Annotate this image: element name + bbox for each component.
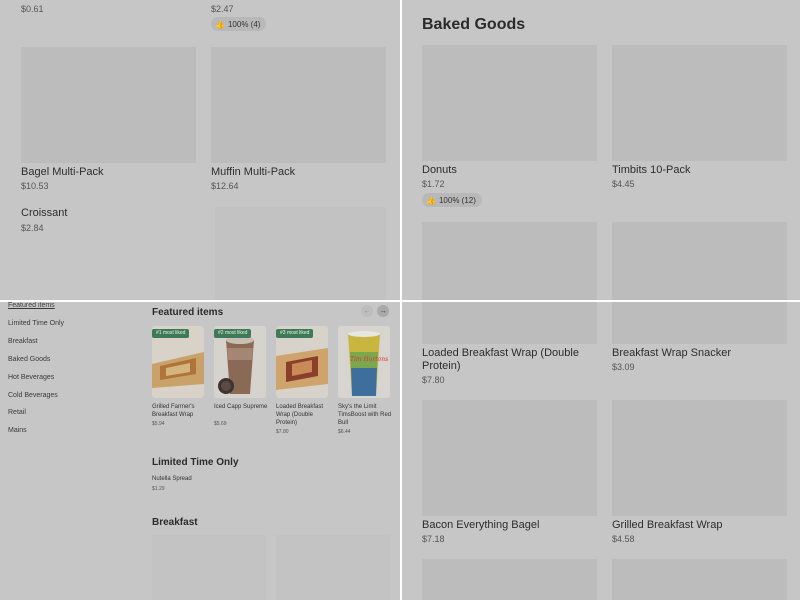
sidebar-item-breakfast[interactable]: Breakfast [8,338,38,345]
sidebar-item-baked-goods[interactable]: Baked Goods [8,356,50,363]
thumbs-up-icon: 👍 [426,195,436,205]
featured-card-price: $5.69 [214,421,227,427]
sidebar-item-mains[interactable]: Mains [8,427,27,434]
limited-time-title: Limited Time Only [152,457,239,468]
product-name[interactable]: Muffin Multi-Pack [211,166,295,179]
product-name[interactable]: Bacon Everything Bagel [422,519,539,532]
product-price: $12.64 [211,181,239,191]
featured-card-name[interactable]: Loaded Breakfast Wrap (Double Protein) [276,403,334,427]
product-image-placeholder[interactable] [612,400,787,516]
product-price: $7.80 [422,375,445,385]
product-price: $4.58 [612,534,635,544]
featured-card-image[interactable]: #2 most liked [214,326,266,398]
pane-bottom-right: Loaded Breakfast Wrap (Double Protein) $… [402,302,800,600]
product-image-placeholder[interactable] [422,400,597,516]
like-badge: 👍 100% (4) [211,17,267,31]
product-price: $1.72 [422,179,445,189]
item-price: $2.47 [211,4,234,14]
limited-item-price: $1.29 [152,486,165,492]
product-price: $3.09 [612,362,635,372]
brand-logo-text: Tim Hortons [350,356,389,363]
product-name[interactable]: Loaded Breakfast Wrap (Double Protein) [422,347,602,373]
product-price: $7.18 [422,534,445,544]
breakfast-title: Breakfast [152,517,198,528]
product-image-placeholder[interactable] [215,207,386,300]
product-image-placeholder[interactable] [422,559,597,600]
product-image-placeholder[interactable] [152,535,266,600]
product-image-placeholder[interactable] [422,302,597,344]
thumbs-up-icon: 👍 [215,19,225,29]
badge-most-liked: #1 most liked [152,329,190,338]
featured-card-name[interactable]: Iced Capp Supreme [214,403,272,411]
featured-card-image[interactable]: Tim Hortons [338,326,390,398]
product-image-placeholder[interactable] [612,302,787,344]
sidebar-item-featured[interactable]: Featured items [8,302,55,309]
limited-item-name[interactable]: Nutella Spread [152,475,252,483]
like-percent: 100% (12) [438,195,476,205]
product-name[interactable]: Bagel Multi-Pack [21,166,104,179]
product-image-placeholder[interactable] [612,559,787,600]
product-name[interactable]: Grilled Breakfast Wrap [612,519,722,532]
product-name[interactable]: Breakfast Wrap Snacker [612,347,731,360]
like-badge: 👍 100% (12) [422,193,482,207]
featured-card-image[interactable]: #1 most liked [152,326,204,398]
sidebar-item-limited-time[interactable]: Limited Time Only [8,320,64,327]
product-image-placeholder[interactable] [612,222,787,300]
section-title: Baked Goods [422,16,526,33]
featured-card-price: $5.94 [152,421,165,427]
product-name[interactable]: Timbits 10-Pack [612,164,690,177]
arrow-right-icon[interactable]: → [377,305,389,317]
product-price: $10.53 [21,181,49,191]
featured-card-price: $6.44 [338,429,351,435]
product-image-placeholder[interactable] [422,222,597,300]
pane-top-right: Baked Goods Donuts $1.72 👍 100% (12) Tim… [402,0,800,300]
product-price: $4.45 [612,179,635,189]
product-image-placeholder[interactable] [21,47,196,163]
pane-top-left: $0.61 $2.47 👍 100% (4) Bagel Multi-Pack … [0,0,400,300]
product-image-placeholder[interactable] [422,45,597,161]
product-price: $2.84 [21,223,44,233]
featured-title: Featured items [152,307,224,318]
product-image-placeholder[interactable] [612,45,787,161]
featured-card-name[interactable]: Grilled Farmer's Breakfast Wrap [152,403,210,419]
featured-card-name[interactable]: Sky's the Limit TimsBoost with Red Bull [338,403,396,427]
sidebar-item-cold-beverages[interactable]: Cold Beverages [8,392,58,399]
sidebar-item-hot-beverages[interactable]: Hot Beverages [8,374,54,381]
product-image-placeholder[interactable] [211,47,386,163]
featured-card-price: $7.80 [276,429,289,435]
featured-card-image[interactable]: #3 most liked [276,326,328,398]
badge-most-liked: #3 most liked [276,329,314,338]
arrow-left-icon[interactable]: ← [361,305,373,317]
product-name[interactable]: Croissant [21,207,67,220]
pane-bottom-left: Featured items Limited Time Only Breakfa… [0,302,400,600]
like-percent: 100% (4) [227,19,261,29]
product-image-placeholder[interactable] [276,535,390,600]
sidebar-item-retail[interactable]: Retail [8,409,26,416]
product-name[interactable]: Donuts [422,164,457,177]
item-price: $0.61 [21,4,44,14]
badge-most-liked: #2 most liked [214,329,252,338]
